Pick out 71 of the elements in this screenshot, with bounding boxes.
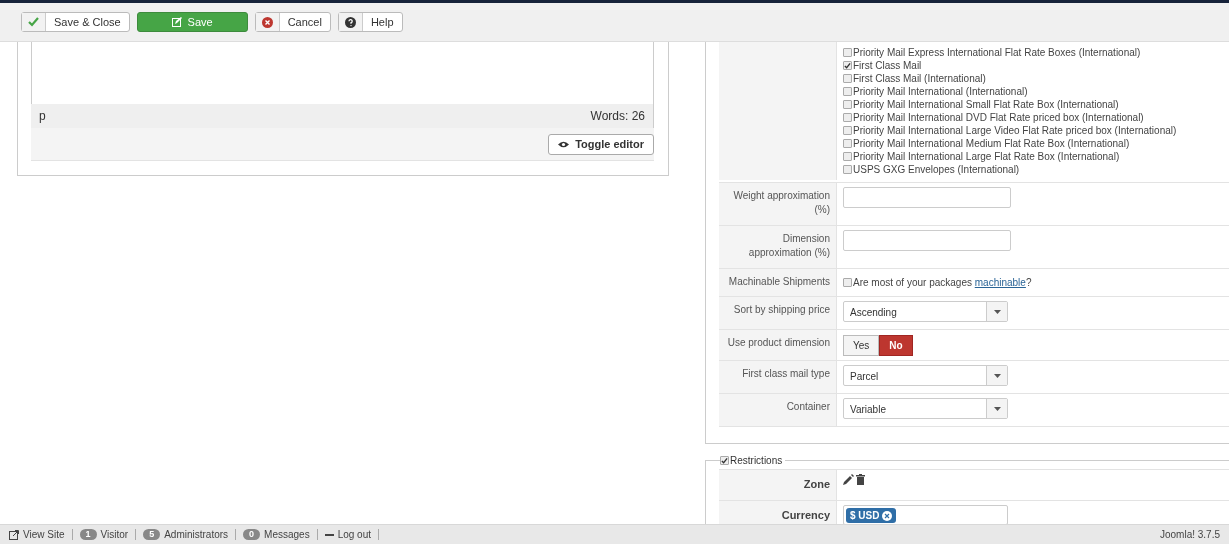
check-icon <box>28 17 39 27</box>
field-label: Machinable Shipments <box>728 276 830 287</box>
caret-icon <box>993 373 1001 378</box>
help-button[interactable]: Help <box>337 12 403 32</box>
status-label: Administrators <box>164 529 229 540</box>
checkbox[interactable] <box>843 278 852 287</box>
input-field[interactable] <box>843 230 1011 251</box>
select-field[interactable]: Parcel <box>843 365 1008 386</box>
field-label: Use product dimension <box>727 337 830 348</box>
status-label: Messages <box>264 529 310 540</box>
checkbox[interactable] <box>843 139 852 148</box>
checkbox[interactable] <box>843 61 852 70</box>
toggle-option[interactable]: Yes <box>843 334 880 356</box>
service-label: First Class Mail (International) <box>853 72 986 85</box>
service-label: Priority Mail Express International Flat Rate Boxes (International) <box>853 46 1141 59</box>
word-count: Words: 26 <box>590 108 645 125</box>
count-badge: 1 <box>79 529 97 540</box>
checkbox[interactable] <box>843 152 852 161</box>
field-label: Zone <box>803 478 830 490</box>
select-field[interactable]: Ascending <box>843 301 1008 322</box>
help-text: Are most of your packages machinable? <box>853 276 1032 290</box>
view-site-link[interactable]: View Site <box>9 529 65 540</box>
service-label: Priority Mail International (International) <box>853 85 1028 98</box>
tag-chip[interactable]: $ USD <box>846 508 897 523</box>
caret-icon <box>993 309 1001 314</box>
service-label: USPS GXG Envelopes (International) <box>853 163 1020 176</box>
cancel-icon <box>261 16 273 28</box>
help-icon <box>344 16 356 28</box>
service-label: Priority Mail International DVD Flat Rate priced box (International) <box>853 111 1144 124</box>
field-label: Container <box>786 401 830 412</box>
service-label: Priority Mail International Small Flat Rate Box (International) <box>853 98 1119 111</box>
remove-icon <box>882 510 893 521</box>
edit-icon <box>843 474 854 485</box>
status-label: Visitor <box>100 529 129 540</box>
caret-icon <box>993 406 1001 411</box>
input-field[interactable] <box>843 187 1011 208</box>
field-label: Currency <box>781 509 830 521</box>
trash-icon <box>856 474 865 485</box>
eye-icon <box>558 140 570 148</box>
element-path: p <box>39 108 46 125</box>
checkbox[interactable] <box>843 113 852 122</box>
fieldset-legend: Restrictions <box>730 453 783 468</box>
field-label: Dimension approximation (%) <box>748 233 830 258</box>
logout-link[interactable]: Log out <box>324 529 372 540</box>
checkbox[interactable] <box>843 126 852 135</box>
service-label: Priority Mail International Large Video Flat Rate priced box (International) <box>853 124 1177 137</box>
count-badge: 5 <box>143 529 161 540</box>
editor-area[interactable] <box>31 42 654 104</box>
field-label: Weight approximation (%) <box>733 190 830 215</box>
cancel-button[interactable]: Cancel <box>254 12 331 32</box>
save-close-button[interactable]: Save & Close <box>21 12 130 32</box>
minus-icon <box>324 533 334 536</box>
toggle-option[interactable]: No <box>879 334 913 356</box>
service-label: Priority Mail International Medium Flat Rate Box (International) <box>853 137 1130 150</box>
version-label: Joomla! 3.7.5 <box>1159 528 1220 542</box>
service-label: First Class Mail <box>853 59 922 72</box>
service-label: Priority Mail International Large Flat Rate Box (International) <box>853 150 1120 163</box>
external-link-icon <box>9 529 19 540</box>
edit-icon <box>171 17 182 27</box>
checkbox[interactable] <box>843 48 852 57</box>
checkbox[interactable] <box>843 74 852 83</box>
select-field[interactable]: Variable <box>843 398 1008 419</box>
checkbox[interactable] <box>843 165 852 174</box>
help-link[interactable]: machinable <box>974 277 1026 288</box>
checkbox[interactable] <box>720 456 729 465</box>
toggle-editor-button[interactable]: Toggle editor <box>548 133 654 155</box>
field-label: First class mail type <box>742 368 830 379</box>
field-label: Sort by shipping price <box>733 304 830 315</box>
checkbox[interactable] <box>843 100 852 109</box>
count-badge: 0 <box>243 529 261 540</box>
checkbox[interactable] <box>843 87 852 96</box>
